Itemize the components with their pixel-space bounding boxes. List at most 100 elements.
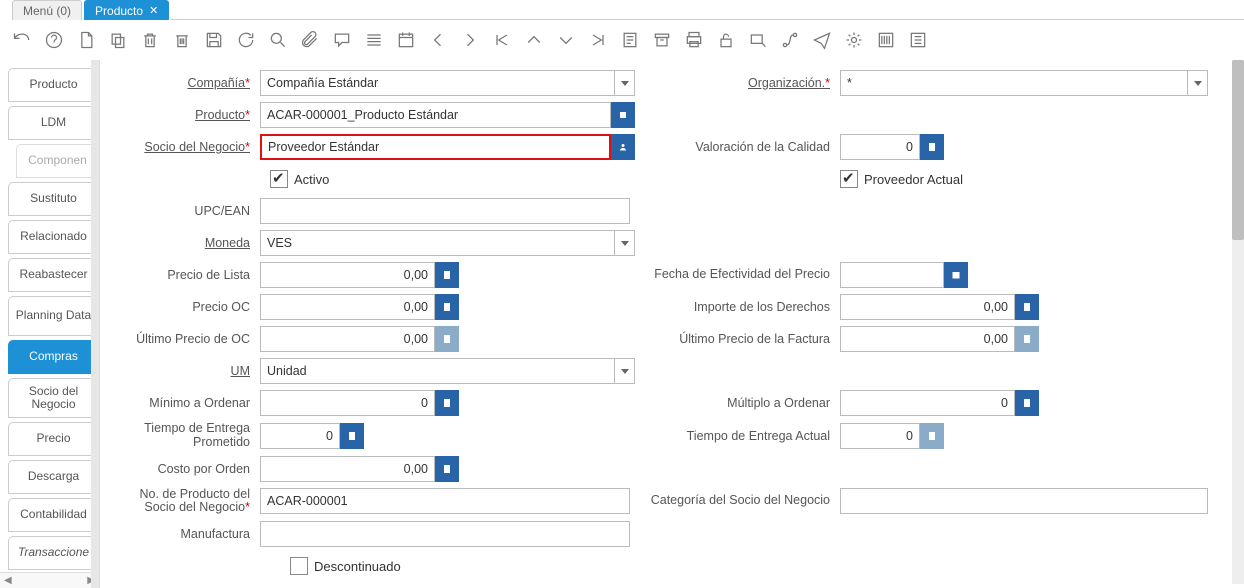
- next-icon[interactable]: [458, 28, 482, 52]
- lookup-producto-icon[interactable]: [611, 102, 635, 128]
- input-minimo[interactable]: [260, 390, 435, 416]
- input-producto[interactable]: [260, 102, 611, 128]
- input-fecha-efect[interactable]: [840, 262, 944, 288]
- sidebar-tab-contabilidad[interactable]: Contabilidad: [8, 498, 99, 532]
- top-tab-spacer: [171, 0, 1244, 20]
- zoom-icon[interactable]: [746, 28, 770, 52]
- input-precio-oc[interactable]: [260, 294, 435, 320]
- input-socio[interactable]: [260, 134, 611, 160]
- input-um[interactable]: [260, 358, 615, 384]
- input-ultimo-factura[interactable]: [840, 326, 1015, 352]
- top-tab-menu[interactable]: Menú (0): [12, 0, 82, 20]
- calendar-icon[interactable]: [394, 28, 418, 52]
- label-multiplo: Múltiplo a Ordenar: [650, 396, 840, 410]
- calc-tiempo-actual-icon: [920, 423, 944, 449]
- calc-importe-der-icon[interactable]: [1015, 294, 1039, 320]
- refresh-icon[interactable]: [234, 28, 258, 52]
- gear-icon[interactable]: [842, 28, 866, 52]
- input-multiplo[interactable]: [840, 390, 1015, 416]
- label-fecha-efect: Fecha de Efectividad del Precio: [650, 268, 840, 282]
- last-icon[interactable]: [586, 28, 610, 52]
- sidebar-tab-planning[interactable]: Planning Data: [8, 296, 99, 336]
- calc-costo-orden-icon[interactable]: [435, 456, 459, 482]
- print-icon[interactable]: [682, 28, 706, 52]
- chat-icon[interactable]: [330, 28, 354, 52]
- date-fecha-efect-icon[interactable]: [944, 262, 968, 288]
- sidebar-scrollbar[interactable]: [91, 60, 99, 588]
- input-categoria[interactable]: [840, 488, 1208, 514]
- sidebar-tab-transacciones[interactable]: Transaccione: [8, 536, 99, 570]
- process-icon[interactable]: [906, 28, 930, 52]
- save-icon[interactable]: [202, 28, 226, 52]
- delete-icon[interactable]: [138, 28, 162, 52]
- checkbox-activo[interactable]: [270, 170, 288, 188]
- sidebar-tab-compras[interactable]: Compras: [8, 340, 99, 374]
- dropdown-moneda[interactable]: [615, 230, 635, 256]
- dropdown-compania[interactable]: [615, 70, 635, 96]
- undo-icon[interactable]: [10, 28, 34, 52]
- label-precio-lista: Precio de Lista: [110, 268, 260, 282]
- sidebar-tab-precio[interactable]: Precio: [8, 422, 99, 456]
- sidebar-tab-socio[interactable]: Socio del Negocio: [8, 378, 99, 418]
- input-tiempo-prom[interactable]: [260, 423, 340, 449]
- sidebar: Producto LDM Componen Sustituto Relacion…: [0, 60, 100, 588]
- input-moneda[interactable]: [260, 230, 615, 256]
- input-no-prod[interactable]: [260, 488, 630, 514]
- label-tiempo-prom: Tiempo de Entrega Prometido: [110, 422, 260, 450]
- content-scrollbar[interactable]: [1232, 60, 1244, 584]
- toolbar: [0, 20, 1244, 60]
- lookup-socio-icon[interactable]: [611, 134, 635, 160]
- calc-multiplo-icon[interactable]: [1015, 390, 1039, 416]
- prev-icon[interactable]: [426, 28, 450, 52]
- calc-precio-lista-icon[interactable]: [435, 262, 459, 288]
- calc-valoracion-icon[interactable]: [920, 134, 944, 160]
- content-form: Compañía* Organización.* Producto*: [100, 60, 1244, 588]
- calc-minimo-icon[interactable]: [435, 390, 459, 416]
- calc-precio-oc-icon[interactable]: [435, 294, 459, 320]
- sidebar-tab-descarga[interactable]: Descarga: [8, 460, 99, 494]
- input-upc[interactable]: [260, 198, 630, 224]
- input-valoracion[interactable]: [840, 134, 920, 160]
- dropdown-um[interactable]: [615, 358, 635, 384]
- new-icon[interactable]: [74, 28, 98, 52]
- input-compania[interactable]: [260, 70, 615, 96]
- close-tab-icon[interactable]: ✕: [149, 4, 158, 17]
- checkbox-proveedor-actual[interactable]: [840, 170, 858, 188]
- sidebar-tab-componentes[interactable]: Componen: [16, 144, 99, 178]
- sidebar-tab-ldm[interactable]: LDM: [8, 106, 99, 140]
- input-manufactura[interactable]: [260, 521, 630, 547]
- grid-icon[interactable]: [362, 28, 386, 52]
- label-importe-der: Importe de los Derechos: [650, 300, 840, 314]
- archive-icon[interactable]: [650, 28, 674, 52]
- attach-icon[interactable]: [298, 28, 322, 52]
- send-icon[interactable]: [810, 28, 834, 52]
- top-tab-producto[interactable]: Producto ✕: [84, 0, 169, 20]
- input-ultimo-oc[interactable]: [260, 326, 435, 352]
- help-icon[interactable]: [42, 28, 66, 52]
- input-precio-lista[interactable]: [260, 262, 435, 288]
- nav-left-icon[interactable]: ◀: [4, 575, 12, 586]
- up-icon[interactable]: [522, 28, 546, 52]
- input-costo-orden[interactable]: [260, 456, 435, 482]
- delete-all-icon[interactable]: [170, 28, 194, 52]
- sidebar-tab-reabastecer[interactable]: Reabastecer: [8, 258, 99, 292]
- checkbox-descontinuado[interactable]: [290, 557, 308, 575]
- down-icon[interactable]: [554, 28, 578, 52]
- first-icon[interactable]: [490, 28, 514, 52]
- sidebar-tab-relacionado[interactable]: Relacionado: [8, 220, 99, 254]
- workflow-icon[interactable]: [778, 28, 802, 52]
- sidebar-tab-sustituto[interactable]: Sustituto: [8, 182, 99, 216]
- copy-icon[interactable]: [106, 28, 130, 52]
- label-no-prod: No. de Producto del Socio del Negocio*: [110, 488, 260, 516]
- calc-ultimo-oc-icon: [435, 326, 459, 352]
- product-info-icon[interactable]: [874, 28, 898, 52]
- input-tiempo-actual[interactable]: [840, 423, 920, 449]
- input-importe-der[interactable]: [840, 294, 1015, 320]
- report-icon[interactable]: [618, 28, 642, 52]
- input-organizacion[interactable]: [840, 70, 1188, 96]
- search-icon[interactable]: [266, 28, 290, 52]
- calc-tiempo-prom-icon[interactable]: [340, 423, 364, 449]
- lock-icon[interactable]: [714, 28, 738, 52]
- dropdown-organizacion[interactable]: [1188, 70, 1208, 96]
- sidebar-tab-producto[interactable]: Producto: [8, 68, 99, 102]
